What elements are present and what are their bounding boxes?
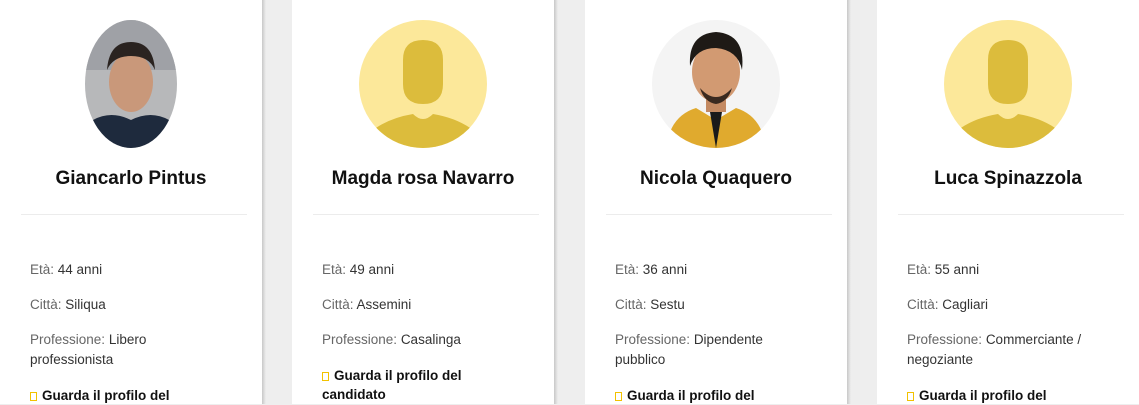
- city-label: Città:: [30, 297, 62, 312]
- city-row: Città: Sestu: [615, 295, 685, 315]
- age-label: Età:: [907, 262, 932, 277]
- profession-row: Professione: Dipendente pubblico: [615, 330, 815, 370]
- profession-row: Professione: Libero professionista: [30, 330, 230, 370]
- age-row: Età: 55 anni: [907, 260, 979, 280]
- candidate-card: Magda rosa Navarro Età: 49 anni Città: A…: [292, 0, 558, 404]
- city-label: Città:: [615, 297, 647, 312]
- city-value: Sestu: [650, 297, 685, 312]
- age-row: Età: 44 anni: [30, 260, 102, 280]
- age-value: 36 anni: [642, 262, 688, 277]
- file-icon: [615, 392, 622, 401]
- profession-label: Professione:: [615, 332, 691, 347]
- candidate-name: Luca Spinazzola: [934, 168, 1082, 189]
- age-value: 49 anni: [349, 262, 395, 277]
- file-icon: [322, 372, 329, 381]
- view-profile-label: Guarda il profilo del: [42, 388, 170, 403]
- age-value: 44 anni: [57, 262, 103, 277]
- avatar-photo: [652, 20, 780, 148]
- city-value: Cagliari: [942, 297, 989, 312]
- age-label: Età:: [615, 262, 640, 277]
- file-icon: [30, 392, 37, 401]
- divider: [313, 214, 539, 215]
- profession-row: Professione: Casalinga: [322, 330, 522, 350]
- view-profile-label: Guarda il profilo del: [919, 388, 1047, 403]
- divider: [606, 214, 832, 215]
- age-label: Età:: [30, 262, 55, 277]
- age-row: Età: 49 anni: [322, 260, 394, 280]
- card-shadow: [847, 0, 851, 404]
- city-value: Siliqua: [65, 297, 106, 312]
- view-profile-link[interactable]: Guarda il profilo del: [30, 386, 230, 405]
- candidate-name: Magda rosa Navarro: [331, 168, 515, 189]
- profession-value: Casalinga: [400, 332, 461, 347]
- view-profile-link[interactable]: Guarda il profilo del: [615, 386, 815, 405]
- age-value: 55 anni: [934, 262, 980, 277]
- profession-label: Professione:: [322, 332, 398, 347]
- divider: [898, 214, 1124, 215]
- age-row: Età: 36 anni: [615, 260, 687, 280]
- candidate-card: Giancarlo Pintus Età: 44 anni Città: Sil…: [0, 0, 266, 405]
- view-profile-link[interactable]: Guarda il profilo del: [907, 386, 1107, 405]
- candidate-name: Nicola Quaquero: [639, 168, 793, 189]
- profession-label: Professione:: [30, 332, 106, 347]
- avatar-placeholder: [359, 20, 487, 148]
- profession-row: Professione: Commerciante / negoziante: [907, 330, 1107, 370]
- candidate-name: Giancarlo Pintus: [55, 168, 207, 189]
- avatar-placeholder: [944, 20, 1072, 148]
- card-shadow: [554, 0, 558, 404]
- city-row: Città: Cagliari: [907, 295, 988, 315]
- card-shadow: [262, 0, 266, 404]
- view-profile-link[interactable]: Guarda il profilo del candidato: [322, 366, 502, 404]
- city-row: Città: Siliqua: [30, 295, 106, 315]
- candidate-card: Nicola Quaquero Età: 36 anni Città: Sest…: [585, 0, 851, 405]
- candidate-card: Luca Spinazzola Età: 55 anni Città: Cagl…: [877, 0, 1139, 404]
- profession-label: Professione:: [907, 332, 983, 347]
- view-profile-label: Guarda il profilo del: [627, 388, 755, 403]
- city-label: Città:: [907, 297, 939, 312]
- file-icon: [907, 392, 914, 401]
- view-profile-label: Guarda il profilo del candidato: [322, 368, 462, 402]
- divider: [21, 214, 247, 215]
- age-label: Età:: [322, 262, 347, 277]
- city-row: Città: Assemini: [322, 295, 411, 315]
- avatar-photo: [85, 20, 177, 148]
- city-value: Assemini: [356, 297, 412, 312]
- city-label: Città:: [322, 297, 354, 312]
